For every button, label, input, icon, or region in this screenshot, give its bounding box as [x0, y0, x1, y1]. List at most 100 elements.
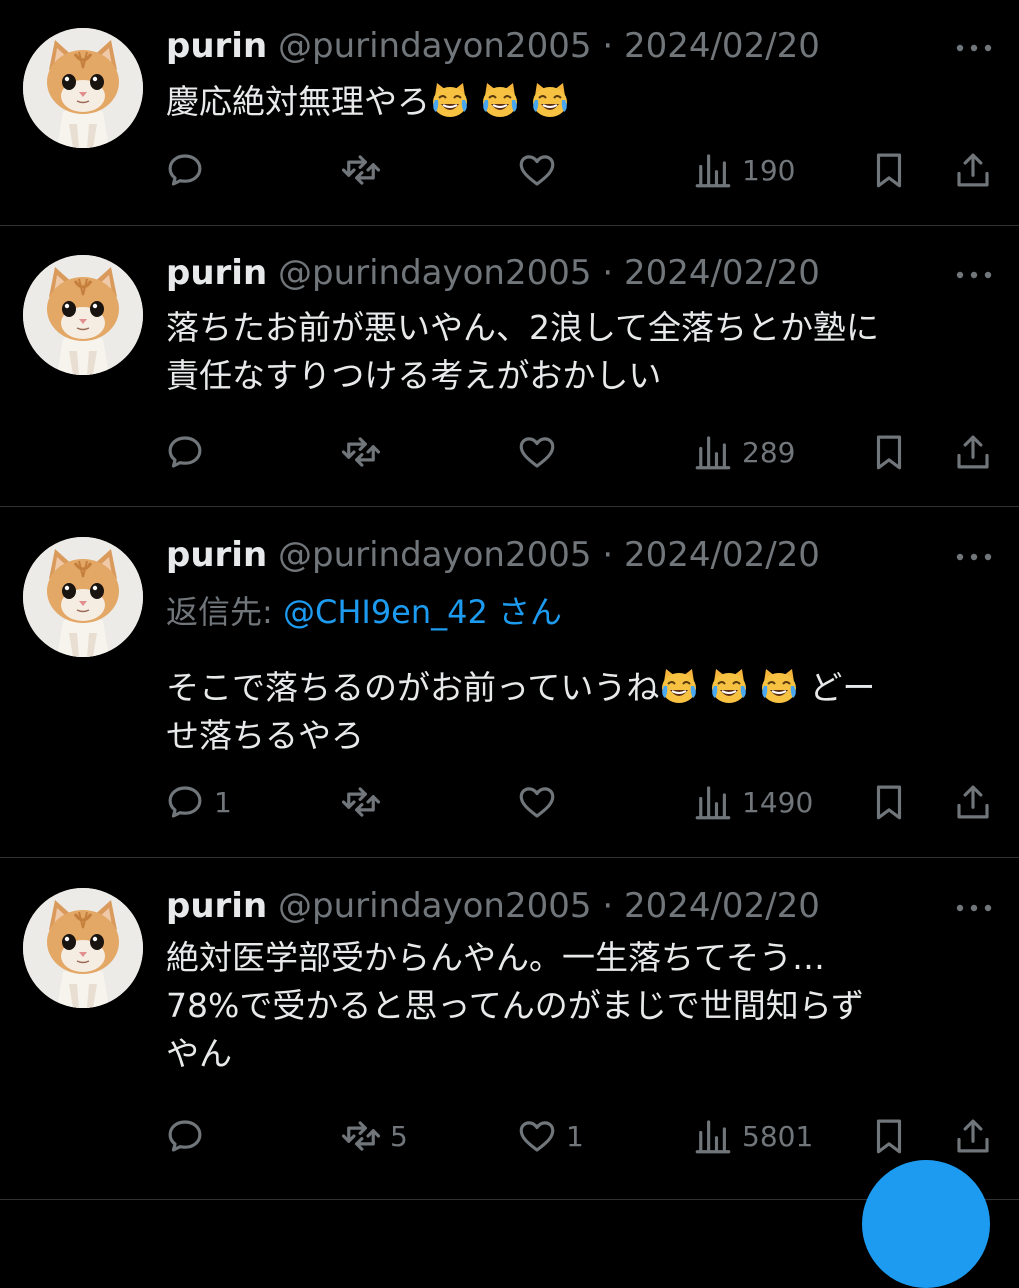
tweet-text: 落ちたお前が悪いやん、2浪して全落ちとか塾に 責任なすりつける考えがおかしい: [166, 304, 996, 400]
share-upload-icon: [952, 431, 994, 473]
avatar[interactable]: [23, 888, 143, 1008]
replying-to: 返信先: @CHI9en_42 さん: [166, 592, 562, 632]
share-button[interactable]: [952, 148, 994, 192]
tweet-text: 絶対医学部受からんやん。一生落ちてそう… 78%で受かると思ってんのがまじで世間知…: [166, 934, 996, 1078]
like-count: 1: [566, 1119, 584, 1153]
tweet[interactable]: purin @purindayon2005 · 2024/02/20 返信先: …: [0, 507, 1019, 858]
like-button[interactable]: [516, 430, 566, 474]
tweet-text: そこで落ちるのがお前っていうね どーせ落ちるやろ: [166, 664, 996, 760]
tweet-text-line: 落ちたお前が悪いやん、2浪して全落ちとか塾に: [166, 304, 996, 352]
display-name[interactable]: purin: [166, 253, 267, 293]
text-segment: どー: [809, 668, 876, 707]
share-button[interactable]: [952, 780, 994, 824]
like-button[interactable]: 1: [516, 1114, 584, 1158]
user-handle[interactable]: @purindayon2005: [278, 535, 592, 575]
tweet-text-line: 78%で受かると思ってんのがまじで世間知らず: [166, 982, 996, 1030]
post-date[interactable]: 2024/02/20: [624, 886, 820, 926]
tweet-header: purin @purindayon2005 · 2024/02/20: [166, 26, 820, 66]
repost-arrows-icon: [340, 1115, 382, 1157]
heart-icon: [516, 1115, 558, 1157]
bar-chart-icon: [692, 1115, 734, 1157]
post-date[interactable]: 2024/02/20: [624, 26, 820, 66]
bookmark-icon: [868, 1115, 910, 1157]
view-count: 1490: [742, 785, 814, 819]
reply-button[interactable]: [164, 1114, 214, 1158]
tweet[interactable]: purin @purindayon2005 · 2024/02/20 落ちたお前…: [0, 226, 1019, 507]
text-segment: 慶応絶対無理やろ: [166, 82, 430, 121]
user-handle[interactable]: @purindayon2005: [278, 886, 592, 926]
user-handle[interactable]: @purindayon2005: [278, 26, 592, 66]
heart-icon: [516, 781, 558, 823]
heart-icon: [516, 431, 558, 473]
text-segment: そこで落ちるのがお前っていうね: [166, 668, 660, 707]
bookmark-icon: [868, 431, 910, 473]
tweet-text: 慶応絶対無理やろ: [166, 78, 996, 126]
tweet-text-line: 慶応絶対無理やろ: [166, 78, 996, 126]
avatar[interactable]: [23, 28, 143, 148]
cat-tears-of-joy-emoji: [759, 666, 799, 706]
views-button[interactable]: 1490: [692, 780, 813, 824]
tweet-header: purin @purindayon2005 · 2024/02/20: [166, 253, 820, 293]
cat-tears-of-joy-emoji: [480, 80, 520, 120]
separator-dot: ·: [602, 886, 614, 926]
repost-button[interactable]: [340, 430, 390, 474]
bookmark-button[interactable]: [868, 780, 910, 824]
display-name[interactable]: purin: [166, 886, 267, 926]
avatar[interactable]: [23, 255, 143, 375]
bookmark-icon: [868, 781, 910, 823]
repost-button[interactable]: 5: [340, 1114, 408, 1158]
cat-tears-of-joy-emoji: [530, 80, 570, 120]
display-name[interactable]: purin: [166, 26, 267, 66]
like-button[interactable]: [516, 148, 566, 192]
repost-button[interactable]: [340, 780, 390, 824]
text-segment: せ落ちるやろ: [166, 716, 364, 755]
like-button[interactable]: [516, 780, 566, 824]
share-upload-icon: [952, 781, 994, 823]
repost-arrows-icon: [340, 431, 382, 473]
tweet-text-line: そこで落ちるのがお前っていうね どー: [166, 664, 996, 712]
display-name[interactable]: purin: [166, 535, 267, 575]
action-bar: 289: [0, 430, 1019, 474]
cat-tears-of-joy-emoji: [709, 666, 749, 706]
separator-dot: ·: [602, 535, 614, 575]
share-upload-icon: [952, 1115, 994, 1157]
avatar[interactable]: [23, 537, 143, 657]
more-dots-icon[interactable]: [952, 896, 996, 920]
bookmark-button[interactable]: [868, 148, 910, 192]
post-date[interactable]: 2024/02/20: [624, 253, 820, 293]
share-button[interactable]: [952, 430, 994, 474]
bar-chart-icon: [692, 149, 734, 191]
text-segment: 落ちたお前が悪いやん、2浪して全落ちとか塾に: [166, 308, 880, 347]
text-segment: やん: [166, 1034, 232, 1073]
tweet-header: purin @purindayon2005 · 2024/02/20: [166, 886, 820, 926]
compose-button[interactable]: [862, 1160, 990, 1288]
bookmark-button[interactable]: [868, 1114, 910, 1158]
share-button[interactable]: [952, 1114, 994, 1158]
reply-button[interactable]: 1: [164, 780, 232, 824]
text-segment: 絶対医学部受からんやん。一生落ちてそう…: [166, 938, 826, 977]
reply-button[interactable]: [164, 148, 214, 192]
more-dots-icon[interactable]: [952, 545, 996, 569]
repost-arrows-icon: [340, 781, 382, 823]
views-button[interactable]: 190: [692, 148, 795, 192]
view-count: 5801: [742, 1119, 814, 1153]
more-dots-icon[interactable]: [952, 36, 996, 60]
user-handle[interactable]: @purindayon2005: [278, 253, 592, 293]
tweet-text-line: せ落ちるやろ: [166, 712, 996, 760]
view-count: 289: [742, 435, 796, 469]
action-bar: 1 1490: [0, 780, 1019, 824]
more-dots-icon[interactable]: [952, 263, 996, 287]
bookmark-button[interactable]: [868, 430, 910, 474]
repost-button[interactable]: [340, 148, 390, 192]
views-button[interactable]: 5801: [692, 1114, 813, 1158]
tweet[interactable]: purin @purindayon2005 · 2024/02/20 絶対医学部…: [0, 858, 1019, 1200]
reply-button[interactable]: [164, 430, 214, 474]
repost-count: 5: [390, 1119, 408, 1153]
tweet-text-line: 絶対医学部受からんやん。一生落ちてそう…: [166, 934, 996, 982]
views-button[interactable]: 289: [692, 430, 795, 474]
cat-tears-of-joy-emoji: [659, 666, 699, 706]
tweet[interactable]: purin @purindayon2005 · 2024/02/20 慶応絶対無…: [0, 0, 1019, 226]
reply-mention-link[interactable]: @CHI9en_42 さん: [283, 593, 562, 631]
post-date[interactable]: 2024/02/20: [624, 535, 820, 575]
text-segment: 責任なすりつける考えがおかしい: [166, 356, 662, 395]
